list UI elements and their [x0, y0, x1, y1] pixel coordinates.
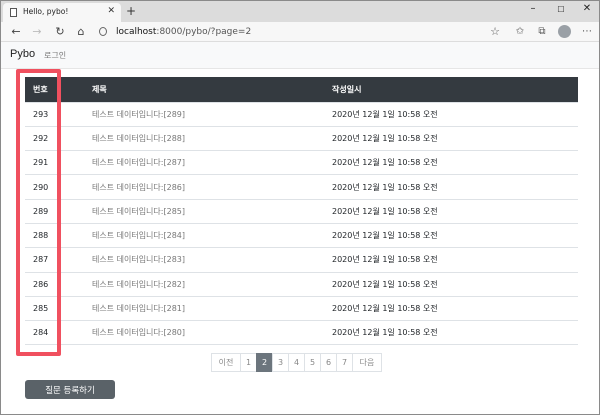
table-row: 285 테스트 데이터입니다:[281] 2020년 12월 1일 10:58 …	[25, 295, 578, 321]
page-link-2-active[interactable]: 2	[256, 353, 273, 372]
favorites-icon[interactable]: ✩	[513, 26, 527, 37]
brand-link[interactable]: Pybo	[10, 48, 35, 60]
forward-icon[interactable]: →	[30, 25, 44, 38]
row-created: 2020년 12월 1일 10:58 오전	[332, 295, 578, 321]
row-created: 2020년 12월 1일 10:58 오전	[332, 174, 578, 200]
close-window-button[interactable]: ✕	[579, 3, 595, 14]
table-row: 288 테스트 데이터입니다:[284] 2020년 12월 1일 10:58 …	[25, 222, 578, 248]
profile-avatar[interactable]	[558, 25, 571, 38]
row-created: 2020년 12월 1일 10:58 오전	[332, 271, 578, 297]
row-subject-link[interactable]: 테스트 데이터입니다:[280]	[92, 320, 332, 346]
table-row: 284 테스트 데이터입니다:[280] 2020년 12월 1일 10:58 …	[25, 320, 578, 346]
browser-window: Hello, pybo! ✕ + – ☐ ✕ ← → ↻ ⌂ localhost…	[0, 0, 600, 415]
row-created: 2020년 12월 1일 10:58 오전	[332, 247, 578, 273]
row-subject-link[interactable]: 테스트 데이터입니다:[289]	[92, 101, 332, 127]
maximize-button[interactable]: ☐	[553, 5, 569, 14]
page-next-button[interactable]: 다음	[352, 353, 382, 372]
table-row: 287 테스트 데이터입니다:[283] 2020년 12월 1일 10:58 …	[25, 247, 578, 273]
address-bar[interactable]: localhost:8000/pybo/?page=2 ☆	[94, 24, 504, 40]
row-subject-link[interactable]: 테스트 데이터입니다:[287]	[92, 150, 332, 175]
tab-strip: Hello, pybo! ✕ + – ☐ ✕	[1, 1, 599, 22]
row-subject-link[interactable]: 테스트 데이터입니다:[281]	[92, 295, 332, 321]
table-row: 290 테스트 데이터입니다:[286] 2020년 12월 1일 10:58 …	[25, 174, 578, 200]
more-menu-icon[interactable]: ⋯	[580, 26, 594, 37]
table-row: 289 테스트 데이터입니다:[285] 2020년 12월 1일 10:58 …	[25, 198, 578, 224]
page-prev-button[interactable]: 이전	[211, 353, 241, 372]
url-text: localhost:8000/pybo/?page=2	[116, 27, 252, 37]
table-row: 292 테스트 데이터입니다:[288] 2020년 12월 1일 10:58 …	[25, 125, 578, 151]
highlight-box	[16, 69, 61, 356]
page-link-5[interactable]: 5	[304, 353, 321, 372]
create-question-button[interactable]: 질문 등록하기	[25, 380, 115, 399]
row-created: 2020년 12월 1일 10:58 오전	[332, 101, 578, 127]
header-created: 작성일시	[332, 77, 578, 102]
page-link-4[interactable]: 4	[288, 353, 305, 372]
browser-toolbar: ← → ↻ ⌂ localhost:8000/pybo/?page=2 ☆ ✩ …	[1, 22, 599, 42]
row-created: 2020년 12월 1일 10:58 오전	[332, 222, 578, 248]
row-subject-link[interactable]: 테스트 데이터입니다:[288]	[92, 125, 332, 151]
favorite-star-icon[interactable]: ☆	[490, 25, 500, 38]
minimize-button[interactable]: –	[525, 3, 541, 14]
home-icon[interactable]: ⌂	[74, 25, 88, 38]
table-row: 286 테스트 데이터입니다:[282] 2020년 12월 1일 10:58 …	[25, 271, 578, 297]
question-table: 번호 제목 작성일시 293 테스트 데이터입니다:[289] 2020년 12…	[25, 77, 578, 346]
row-subject-link[interactable]: 테스트 데이터입니다:[285]	[92, 198, 332, 224]
tab-title: Hello, pybo!	[23, 7, 69, 16]
close-tab-icon[interactable]: ✕	[107, 6, 115, 16]
page-icon	[10, 8, 17, 17]
header-subject: 제목	[92, 77, 332, 102]
table-row: 291 테스트 데이터입니다:[287] 2020년 12월 1일 10:58 …	[25, 150, 578, 175]
site-navbar: Pybo 로그인	[1, 42, 599, 69]
row-created: 2020년 12월 1일 10:58 오전	[332, 150, 578, 175]
page-link-7[interactable]: 7	[336, 353, 353, 372]
row-subject-link[interactable]: 테스트 데이터입니다:[286]	[92, 174, 332, 200]
browser-tab[interactable]: Hello, pybo! ✕	[3, 3, 121, 22]
site-info-icon[interactable]	[99, 27, 107, 36]
login-link[interactable]: 로그인	[44, 50, 66, 61]
page-link-3[interactable]: 3	[272, 353, 289, 372]
pagination: 이전 1 2 3 4 5 6 7 다음	[211, 353, 382, 372]
refresh-icon[interactable]: ↻	[53, 25, 67, 38]
row-created: 2020년 12월 1일 10:58 오전	[332, 320, 578, 346]
page-link-1[interactable]: 1	[240, 353, 257, 372]
row-created: 2020년 12월 1일 10:58 오전	[332, 125, 578, 151]
table-header-row: 번호 제목 작성일시	[25, 77, 578, 102]
row-subject-link[interactable]: 테스트 데이터입니다:[283]	[92, 247, 332, 273]
collections-icon[interactable]: ⧉	[535, 26, 549, 37]
new-tab-button[interactable]: +	[126, 4, 136, 18]
table-row: 293 테스트 데이터입니다:[289] 2020년 12월 1일 10:58 …	[25, 101, 578, 127]
row-subject-link[interactable]: 테스트 데이터입니다:[284]	[92, 222, 332, 248]
page-link-6[interactable]: 6	[320, 353, 337, 372]
back-icon[interactable]: ←	[9, 25, 23, 38]
row-subject-link[interactable]: 테스트 데이터입니다:[282]	[92, 271, 332, 297]
row-created: 2020년 12월 1일 10:58 오전	[332, 198, 578, 224]
